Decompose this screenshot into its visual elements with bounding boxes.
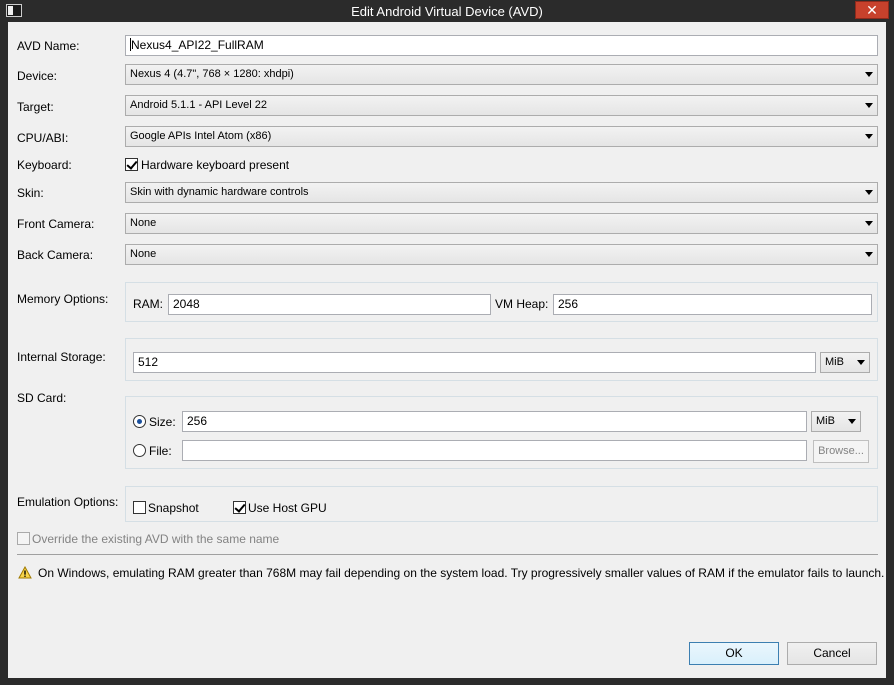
chevron-down-icon [865, 134, 873, 139]
dialog-body: AVD Name: Nexus4_API22_FullRAM Device: N… [8, 22, 886, 678]
avd-name-label: AVD Name: [17, 39, 80, 53]
separator [17, 554, 878, 555]
front-camera-label: Front Camera: [17, 217, 95, 231]
dialog-window: Edit Android Virtual Device (AVD) ✕ AVD … [0, 0, 894, 685]
host-gpu-label[interactable]: Use Host GPU [248, 501, 327, 515]
keyboard-checkbox-label[interactable]: Hardware keyboard present [141, 158, 289, 172]
vm-heap-input[interactable]: 256 [553, 294, 872, 315]
sd-size-radio[interactable] [133, 415, 146, 428]
keyboard-checkbox[interactable] [125, 158, 138, 171]
avd-name-input[interactable]: Nexus4_API22_FullRAM [125, 35, 878, 56]
target-label: Target: [17, 100, 54, 114]
internal-storage-group: 512 MiB [125, 338, 878, 381]
back-camera-select[interactable]: None [125, 244, 878, 265]
device-value: Nexus 4 (4.7", 768 × 1280: xhdpi) [130, 68, 294, 80]
cpu-abi-value: Google APIs Intel Atom (x86) [130, 130, 272, 142]
memory-options-group: RAM: 2048 VM Heap: 256 [125, 282, 878, 322]
warning-text: On Windows, emulating RAM greater than 7… [38, 566, 885, 580]
cpu-abi-select[interactable]: Google APIs Intel Atom (x86) [125, 126, 878, 147]
chevron-down-icon [865, 190, 873, 195]
internal-storage-unit: MiB [825, 356, 844, 368]
ram-input[interactable]: 2048 [168, 294, 491, 315]
internal-storage-label: Internal Storage: [17, 350, 106, 364]
memory-options-label: Memory Options: [17, 292, 109, 306]
sd-file-label[interactable]: File: [149, 444, 172, 458]
skin-label: Skin: [17, 186, 44, 200]
chevron-down-icon [857, 360, 865, 365]
sd-size-unit-select[interactable]: MiB [811, 411, 861, 432]
cancel-button[interactable]: Cancel [787, 642, 877, 665]
ok-button[interactable]: OK [689, 642, 779, 665]
sd-size-label[interactable]: Size: [149, 415, 176, 429]
sd-card-group: Size: 256 MiB File: Browse... [125, 396, 878, 469]
warning-icon [18, 566, 32, 579]
snapshot-label[interactable]: Snapshot [148, 501, 199, 515]
snapshot-checkbox[interactable] [133, 501, 146, 514]
back-camera-label: Back Camera: [17, 248, 94, 262]
emulation-options-label: Emulation Options: [17, 495, 119, 509]
vm-heap-label: VM Heap: [495, 297, 549, 311]
target-value: Android 5.1.1 - API Level 22 [130, 99, 267, 111]
override-label[interactable]: Override the existing AVD with the same … [32, 532, 279, 546]
target-select[interactable]: Android 5.1.1 - API Level 22 [125, 95, 878, 116]
sd-file-input[interactable] [182, 440, 807, 461]
front-camera-select[interactable]: None [125, 213, 878, 234]
keyboard-label: Keyboard: [17, 158, 72, 172]
host-gpu-checkbox[interactable] [233, 501, 246, 514]
internal-storage-input[interactable]: 512 [133, 352, 816, 373]
cpu-abi-label: CPU/ABI: [17, 131, 69, 145]
front-camera-value: None [130, 217, 157, 229]
sd-card-label: SD Card: [17, 391, 67, 405]
sd-file-radio[interactable] [133, 444, 146, 457]
avd-name-value: Nexus4_API22_FullRAM [131, 38, 264, 52]
browse-button[interactable]: Browse... [813, 440, 869, 463]
skin-select[interactable]: Skin with dynamic hardware controls [125, 182, 878, 203]
window-title: Edit Android Virtual Device (AVD) [351, 4, 543, 19]
internal-storage-unit-select[interactable]: MiB [820, 352, 870, 373]
device-label: Device: [17, 69, 58, 83]
close-button[interactable]: ✕ [855, 1, 889, 19]
back-camera-value: None [130, 248, 157, 260]
chevron-down-icon [865, 103, 873, 108]
device-select[interactable]: Nexus 4 (4.7", 768 × 1280: xhdpi) [125, 64, 878, 85]
ram-label: RAM: [133, 297, 163, 311]
chevron-down-icon [865, 252, 873, 257]
chevron-down-icon [865, 72, 873, 77]
emulation-options-group: Snapshot Use Host GPU [125, 486, 878, 522]
sd-size-unit: MiB [816, 415, 835, 427]
override-checkbox[interactable] [17, 532, 30, 545]
title-bar[interactable]: Edit Android Virtual Device (AVD) ✕ [0, 0, 894, 22]
skin-value: Skin with dynamic hardware controls [130, 186, 309, 198]
chevron-down-icon [848, 419, 856, 424]
chevron-down-icon [865, 221, 873, 226]
sd-size-input[interactable]: 256 [182, 411, 807, 432]
